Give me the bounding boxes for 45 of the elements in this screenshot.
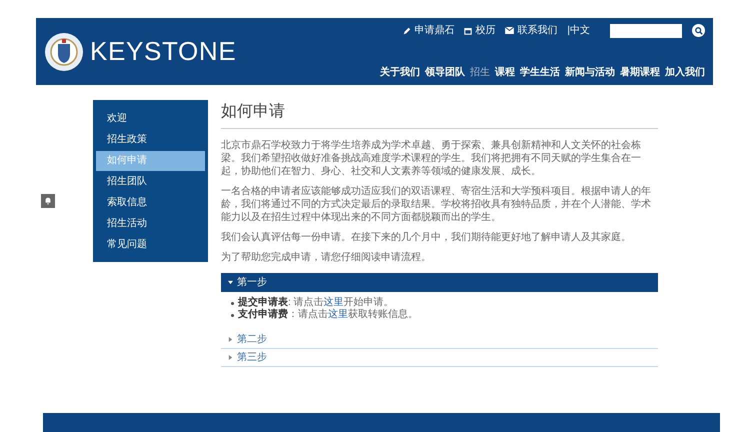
accordion-header[interactable]: 第二步 bbox=[221, 331, 658, 349]
envelope-icon bbox=[505, 27, 514, 34]
nav-link[interactable]: 新闻与活动 bbox=[565, 65, 615, 80]
utility-link[interactable]: 校历 bbox=[464, 23, 496, 38]
sidebar-item[interactable]: 招生活动 bbox=[96, 214, 205, 234]
nav-link[interactable]: 领导团队 bbox=[425, 65, 465, 80]
sidebar-item[interactable]: 常见问题 bbox=[96, 234, 205, 254]
accordion-header[interactable]: 第三步 bbox=[221, 349, 658, 367]
sidebar-item[interactable]: 招生政策 bbox=[96, 130, 205, 150]
bullet-icon bbox=[231, 302, 234, 304]
calendar-icon bbox=[464, 26, 472, 34]
nav-link[interactable]: 学生生活 bbox=[520, 65, 560, 80]
body-paragraph: 一名合格的申请者应该能够成功适应我们的双语课程、寄宿生活和大学预科项目。根据申请人的年龄，我们将通过不同的方式决定最后的录取结果。学校将招收具有独特品质，并在个人潜能、学术能力以及在招生过程中体现出来的不同方面都脱颖而出的学生。 bbox=[221, 185, 652, 224]
here-link[interactable]: 这里 bbox=[324, 297, 344, 308]
utility-link[interactable]: 申请鼎石 bbox=[403, 23, 454, 38]
language-link[interactable]: |中文 bbox=[567, 23, 590, 38]
nav-link[interactable]: 课程 bbox=[495, 65, 515, 80]
bell-button[interactable] bbox=[41, 194, 55, 208]
search-field[interactable] bbox=[610, 24, 682, 38]
page-title: 如何申请 bbox=[221, 100, 658, 129]
body-paragraph: 为了帮助您完成申请，请您仔细阅读申请流程。 bbox=[221, 251, 432, 264]
bell-icon bbox=[44, 197, 52, 205]
pencil-icon bbox=[403, 26, 412, 34]
nav-link[interactable]: 加入我们 bbox=[665, 65, 705, 80]
sidebar-item[interactable]: 招生团队 bbox=[96, 172, 205, 192]
caret-icon bbox=[228, 355, 233, 360]
here-link[interactable]: 这里 bbox=[328, 309, 348, 320]
accordion-header[interactable]: 第一步 bbox=[221, 273, 658, 292]
sidebar-item[interactable]: 欢迎 bbox=[96, 108, 205, 128]
step-instruction: 支付申请费：请点击这里获取转账信息。 bbox=[238, 309, 418, 321]
brand-name: KEYSTONE bbox=[90, 35, 236, 68]
logo-emblem-icon bbox=[44, 32, 84, 72]
body-paragraph: 北京市鼎石学校致力于将学生培养成为学术卓越、勇于探索、兼具创新精神和人文关怀的社会栋梁。我们希望招收做好准备挑战高难度学术课程的学生。我们将把拥有不同天赋的学生集合在一起，协助他们在智力、身心、社交和人文素养等领域的健康发展、成长。 bbox=[221, 139, 642, 178]
nav-link[interactable]: 招生 bbox=[470, 65, 490, 80]
search-button[interactable] bbox=[692, 24, 705, 37]
caret-icon bbox=[228, 280, 233, 285]
body-paragraph: 我们会认真评估每一份申请。在接下来的几个月中，我们期待能更好地了解申请人及其家庭。 bbox=[221, 231, 632, 244]
nav-link[interactable]: 暑期课程 bbox=[620, 65, 660, 80]
search-icon bbox=[694, 26, 702, 34]
step-instruction: 提交申请表: 请点击这里开始申请。 bbox=[238, 297, 394, 308]
nav-link[interactable]: 关于我们 bbox=[380, 65, 420, 80]
sidebar-item[interactable]: 索取信息 bbox=[96, 192, 205, 212]
caret-icon bbox=[228, 337, 233, 342]
bullet-icon bbox=[231, 314, 234, 316]
utility-link[interactable]: 联系我们 bbox=[505, 23, 558, 38]
